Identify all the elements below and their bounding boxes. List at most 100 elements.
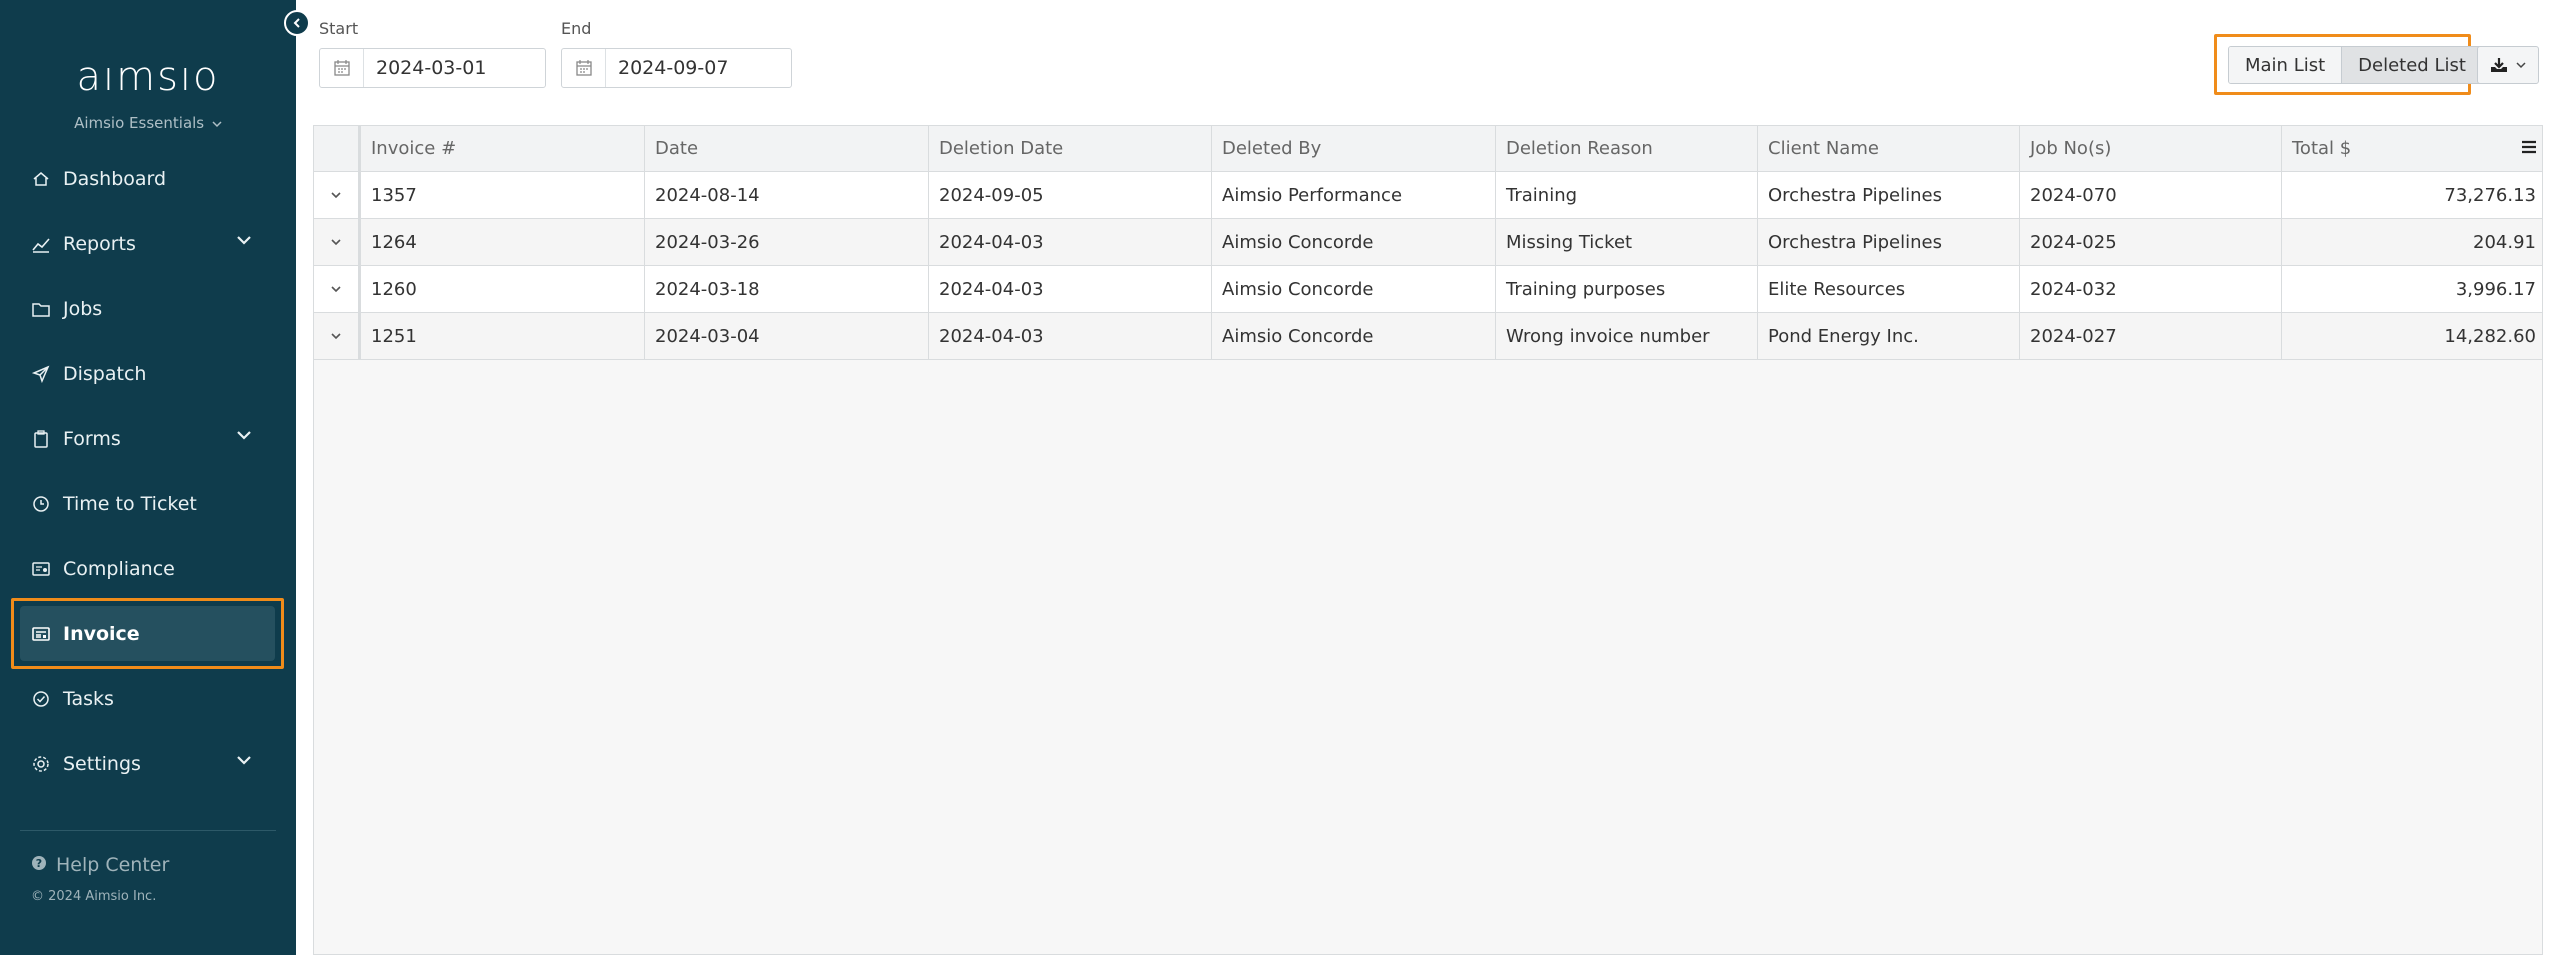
paper-plane-icon — [31, 364, 51, 384]
column-header-client-name[interactable]: Client Name — [1758, 126, 2020, 171]
sidebar-item-jobs[interactable]: Jobs — [0, 276, 296, 341]
cell-client-name: Elite Resources — [1758, 266, 2020, 312]
chevron-down-icon[interactable] — [236, 429, 252, 441]
cell-date: 2024-08-14 — [645, 172, 929, 218]
column-header-total[interactable]: Total $ — [2282, 126, 2544, 171]
start-date-input[interactable]: 2024-03-01 — [319, 48, 546, 88]
help-center-label: Help Center — [56, 854, 170, 876]
row-expand-toggle[interactable] — [314, 172, 361, 218]
cell-date: 2024-03-26 — [645, 219, 929, 265]
column-header-job-numbers[interactable]: Job No(s) — [2020, 126, 2282, 171]
cell-client-name: Pond Energy Inc. — [1758, 313, 2020, 359]
sidebar-item-settings[interactable]: Settings — [0, 731, 296, 796]
sidebar-item-label: Invoice — [63, 622, 140, 645]
cell-invoice-number: 1251 — [361, 313, 645, 359]
chevron-down-icon — [331, 192, 341, 199]
sidebar-item-invoice[interactable]: Invoice — [0, 601, 296, 666]
chevron-left-icon — [293, 18, 300, 28]
copyright: © 2024 Aimsio Inc. — [31, 889, 157, 904]
cell-invoice-number: 1357 — [361, 172, 645, 218]
main-list-button[interactable]: Main List — [2229, 47, 2342, 83]
sidebar-item-dashboard[interactable]: Dashboard — [0, 146, 296, 211]
cell-invoice-number: 1264 — [361, 219, 645, 265]
cell-deleted-by: Aimsio Concorde — [1212, 266, 1496, 312]
chevron-down-icon[interactable] — [236, 234, 252, 246]
product-switcher[interactable]: Aimsio Essentials — [0, 114, 296, 132]
app-logo[interactable]: aımsıo — [0, 54, 296, 100]
cell-date: 2024-03-18 — [645, 266, 929, 312]
check-circle-icon — [31, 689, 51, 709]
invoice-icon — [31, 624, 51, 644]
sidebar-item-dispatch[interactable]: Dispatch — [0, 341, 296, 406]
cell-date: 2024-03-04 — [645, 313, 929, 359]
chevron-down-icon — [331, 286, 341, 293]
cell-total: 3,996.17 — [2455, 278, 2536, 300]
column-menu-icon[interactable] — [2520, 138, 2538, 156]
sidebar-item-label: Dashboard — [63, 167, 167, 190]
cell-job-numbers: 2024-027 — [2020, 313, 2282, 359]
table-row[interactable]: 1260 2024-03-18 2024-04-03 Aimsio Concor… — [314, 266, 2542, 313]
chevron-down-icon[interactable] — [236, 754, 252, 766]
cell-deletion-date: 2024-04-03 — [929, 266, 1212, 312]
export-button[interactable] — [2477, 46, 2539, 84]
cell-client-name: Orchestra Pipelines — [1758, 172, 2020, 218]
sidebar-item-forms[interactable]: Forms — [0, 406, 296, 471]
column-header-deletion-date[interactable]: Deletion Date — [929, 126, 1212, 171]
gear-icon — [31, 754, 51, 774]
table-row[interactable]: 1251 2024-03-04 2024-04-03 Aimsio Concor… — [314, 313, 2542, 360]
question-circle-icon: ? — [31, 854, 47, 876]
start-date-label: Start — [319, 19, 359, 38]
calendar-icon — [320, 49, 364, 87]
cell-total: 204.91 — [2473, 231, 2536, 253]
list-toggle: Main List Deleted List — [2228, 46, 2483, 84]
column-header-date[interactable]: Date — [645, 126, 929, 171]
chevron-down-icon — [331, 239, 341, 246]
chart-icon — [31, 234, 51, 254]
sidebar-item-label: Reports — [63, 232, 136, 255]
svg-text:?: ? — [36, 857, 42, 870]
sidebar-item-compliance[interactable]: Compliance — [0, 536, 296, 601]
end-date-label: End — [561, 19, 592, 38]
compliance-icon — [31, 559, 51, 579]
sidebar-item-tasks[interactable]: Tasks — [0, 666, 296, 731]
cell-deleted-by: Aimsio Concorde — [1212, 219, 1496, 265]
clock-icon — [31, 494, 51, 514]
start-date-value: 2024-03-01 — [376, 57, 487, 79]
deleted-list-button[interactable]: Deleted List — [2341, 47, 2482, 83]
cell-deletion-reason: Training — [1496, 172, 1758, 218]
calendar-icon — [562, 49, 606, 87]
sidebar-item-time-to-ticket[interactable]: Time to Ticket — [0, 471, 296, 536]
column-header-deletion-reason[interactable]: Deletion Reason — [1496, 126, 1758, 171]
sidebar-item-label: Dispatch — [63, 362, 147, 385]
sidebar-item-label: Tasks — [63, 687, 114, 710]
cell-invoice-number: 1260 — [361, 266, 645, 312]
cell-deleted-by: Aimsio Concorde — [1212, 313, 1496, 359]
cell-deletion-reason: Wrong invoice number — [1496, 313, 1758, 359]
cell-total: 14,282.60 — [2444, 325, 2536, 347]
table-row[interactable]: 1357 2024-08-14 2024-09-05 Aimsio Perfor… — [314, 172, 2542, 219]
grid-header-row: Invoice # Date Deletion Date Deleted By … — [314, 126, 2542, 172]
cell-job-numbers: 2024-025 — [2020, 219, 2282, 265]
table-row[interactable]: 1264 2024-03-26 2024-04-03 Aimsio Concor… — [314, 219, 2542, 266]
sidebar-collapse-button[interactable] — [284, 10, 310, 36]
column-header-invoice-number[interactable]: Invoice # — [361, 126, 645, 171]
row-expand-toggle[interactable] — [314, 266, 361, 312]
sidebar-item-label: Compliance — [63, 557, 175, 580]
row-expand-toggle[interactable] — [314, 219, 361, 265]
deleted-invoices-grid: Invoice # Date Deletion Date Deleted By … — [313, 125, 2543, 955]
cell-deletion-reason: Missing Ticket — [1496, 219, 1758, 265]
row-expand-toggle[interactable] — [314, 313, 361, 359]
help-center-link[interactable]: ? Help Center — [31, 854, 169, 876]
sidebar: aımsıo Aimsio Essentials Dashboard Repor… — [0, 0, 296, 955]
cell-job-numbers: 2024-070 — [2020, 172, 2282, 218]
chevron-down-icon — [331, 333, 341, 340]
cell-deletion-date: 2024-09-05 — [929, 172, 1212, 218]
sidebar-item-label: Settings — [63, 752, 141, 775]
end-date-input[interactable]: 2024-09-07 — [561, 48, 792, 88]
home-icon — [31, 169, 51, 189]
sidebar-item-reports[interactable]: Reports — [0, 211, 296, 276]
sidebar-divider — [20, 830, 276, 831]
column-header-deleted-by[interactable]: Deleted By — [1212, 126, 1496, 171]
main-content: Start 2024-03-01 End 2024-09-07 Main Lis… — [296, 0, 2554, 955]
sidebar-item-label: Jobs — [63, 297, 103, 320]
